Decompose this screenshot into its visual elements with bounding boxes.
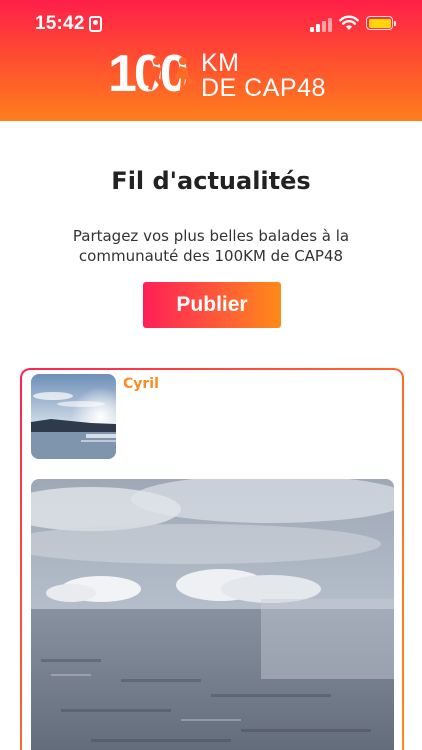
post-author[interactable]: Cyril (123, 376, 159, 392)
avatar-image (31, 374, 116, 459)
wifi-icon (339, 15, 359, 30)
person-icon (89, 16, 102, 32)
page-title: Fil d'actualités (111, 167, 311, 195)
intro-text: Partagez vos plus belles balades à la co… (72, 227, 350, 265)
app-logo: 100 KM DE CAP48 (108, 46, 328, 102)
status-time: 15:42 (35, 13, 85, 34)
status-bar: 15:42 (0, 0, 422, 48)
publish-button[interactable]: Publier (143, 282, 281, 328)
battery-icon (366, 16, 396, 30)
avatar[interactable] (31, 374, 116, 459)
logo-cap48: DE CAP48 (201, 74, 326, 102)
runner-icon (176, 57, 194, 90)
logo-km: KM (201, 49, 240, 77)
post-card[interactable]: Cyril (20, 368, 404, 750)
signal-icon (310, 18, 332, 32)
post-photo-graphic (31, 479, 394, 750)
runner-icon (146, 57, 164, 90)
post-image[interactable] (31, 479, 394, 750)
app-header: 15:42 100 KM DE CAP48 (0, 0, 422, 121)
